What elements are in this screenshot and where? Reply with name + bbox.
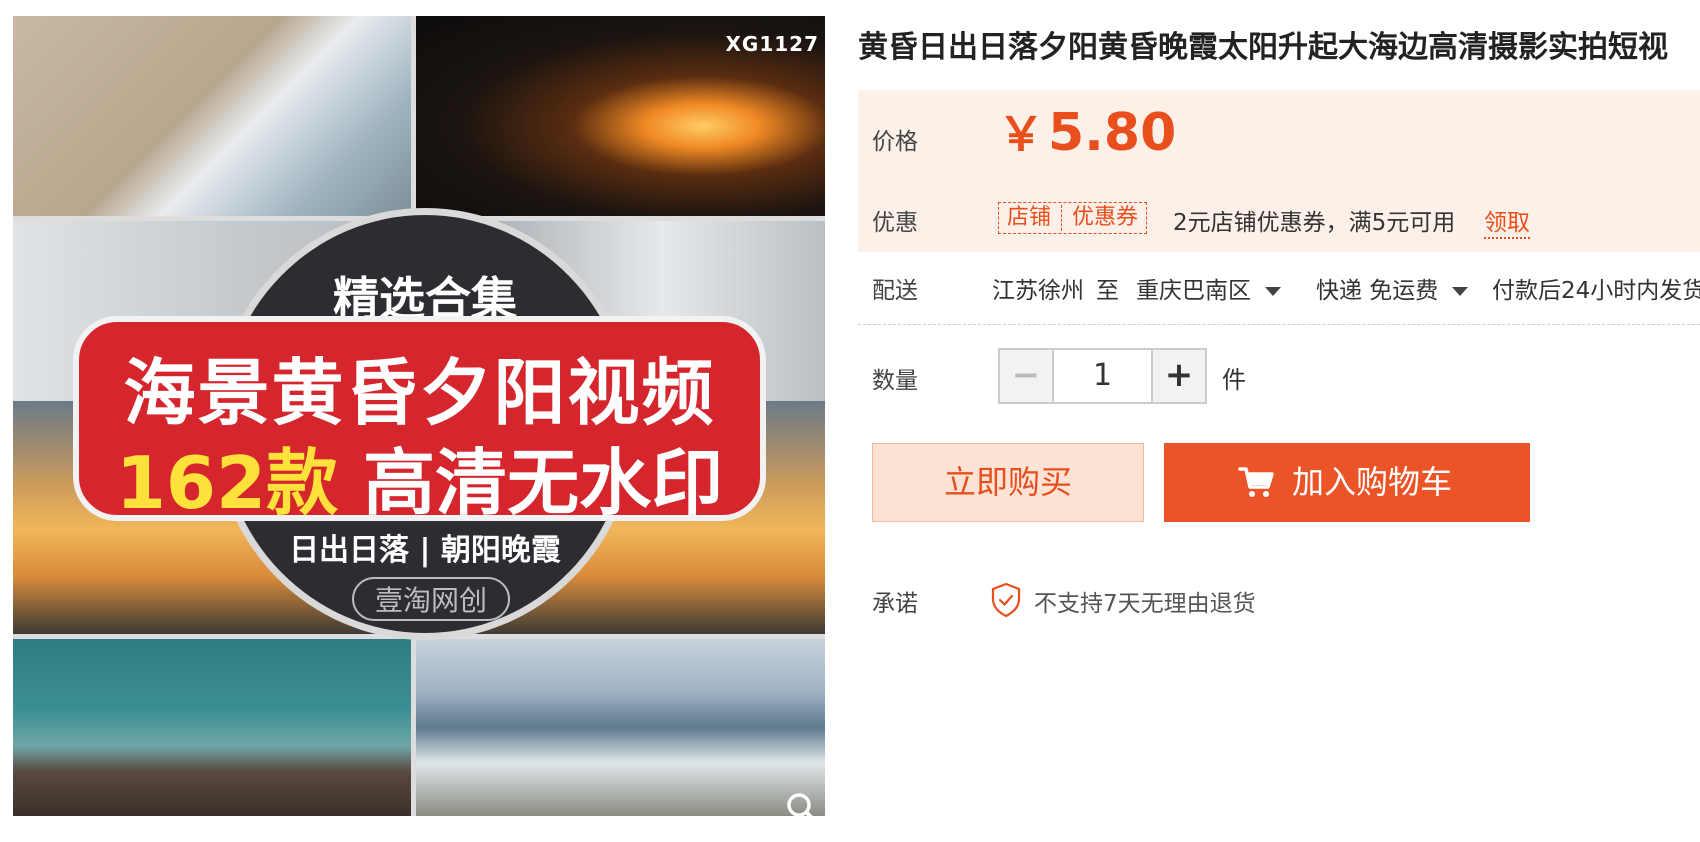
- chevron-down-icon: [1452, 287, 1469, 296]
- ship-to-word: 至: [1096, 278, 1119, 304]
- banner-quality: 高清无水印: [338, 441, 724, 525]
- banner-line-2: 162款 高清无水印: [79, 424, 760, 529]
- product-title: 黄昏日出日落夕阳黄昏晚霞太阳升起大海边高清摄影实拍短视: [858, 30, 1668, 65]
- product-main-image[interactable]: XG1127 精选合集 日出日落 | 朝阳晚霞 壹淘网创 海景黄昏夕阳视频 16…: [13, 16, 825, 816]
- quantity-input[interactable]: 1: [1052, 350, 1153, 402]
- claim-coupon-link[interactable]: 领取: [1484, 203, 1530, 239]
- quantity-label: 数量: [872, 368, 918, 394]
- increase-button[interactable]: +: [1153, 350, 1205, 402]
- coupon-shop-text: 店铺: [1007, 205, 1052, 230]
- ship-from: 江苏徐州: [992, 278, 1084, 304]
- dispatch-time: 付款后24小时内发货: [1492, 278, 1700, 304]
- add-to-cart-button[interactable]: 加入购物车: [1164, 443, 1530, 522]
- add-to-cart-label: 加入购物车: [1292, 463, 1453, 501]
- magnifier-icon[interactable]: [785, 791, 819, 816]
- buy-now-button[interactable]: 立即购买: [872, 443, 1144, 522]
- chevron-down-icon: [1265, 287, 1281, 296]
- promise-label: 承诺: [872, 591, 918, 617]
- rocky-shore-tile: [13, 639, 411, 816]
- headline-banner: 海景黄昏夕阳视频 162款 高清无水印: [73, 316, 766, 525]
- shipping-method-text: 快递 免运费: [1316, 278, 1439, 304]
- shop-coupon-badge[interactable]: 店铺 优惠券: [998, 202, 1148, 234]
- destination-selector[interactable]: 重庆巴南区: [1136, 271, 1281, 305]
- decrease-button[interactable]: −: [1000, 350, 1052, 402]
- coupon-divider: [1061, 205, 1063, 231]
- brand-mark: 壹淘网创: [352, 577, 510, 621]
- price-amount: 5.80: [1048, 103, 1177, 163]
- quantity-stepper: − 1 +: [998, 348, 1207, 404]
- shipping-label: 配送: [872, 278, 918, 304]
- price-label: 价格: [872, 129, 918, 155]
- coastline-tile: [416, 639, 825, 816]
- promo-label: 优惠: [872, 210, 918, 236]
- shield-check-icon: [991, 582, 1021, 618]
- destination-text: 重庆巴南区: [1136, 278, 1251, 304]
- currency-symbol: ￥: [998, 107, 1044, 161]
- coupon-type-text: 优惠券: [1072, 205, 1139, 230]
- return-policy-text: 不支持7天无理由退货: [1034, 591, 1256, 617]
- shipping-method-selector[interactable]: 快递 免运费: [1316, 271, 1469, 305]
- price-value: ￥5.80: [998, 98, 1176, 164]
- cart-icon: [1238, 467, 1274, 497]
- quantity-unit: 件: [1222, 366, 1246, 394]
- price-panel: [858, 90, 1700, 182]
- product-code-watermark: XG1127: [725, 32, 819, 56]
- beach-waves-tile: [13, 16, 411, 216]
- badge-subtitle: 日出日落 | 朝阳晚霞: [289, 533, 561, 568]
- banner-count: 162款: [115, 441, 339, 525]
- coupon-description: 2元店铺优惠券，满5元可用: [1173, 210, 1456, 236]
